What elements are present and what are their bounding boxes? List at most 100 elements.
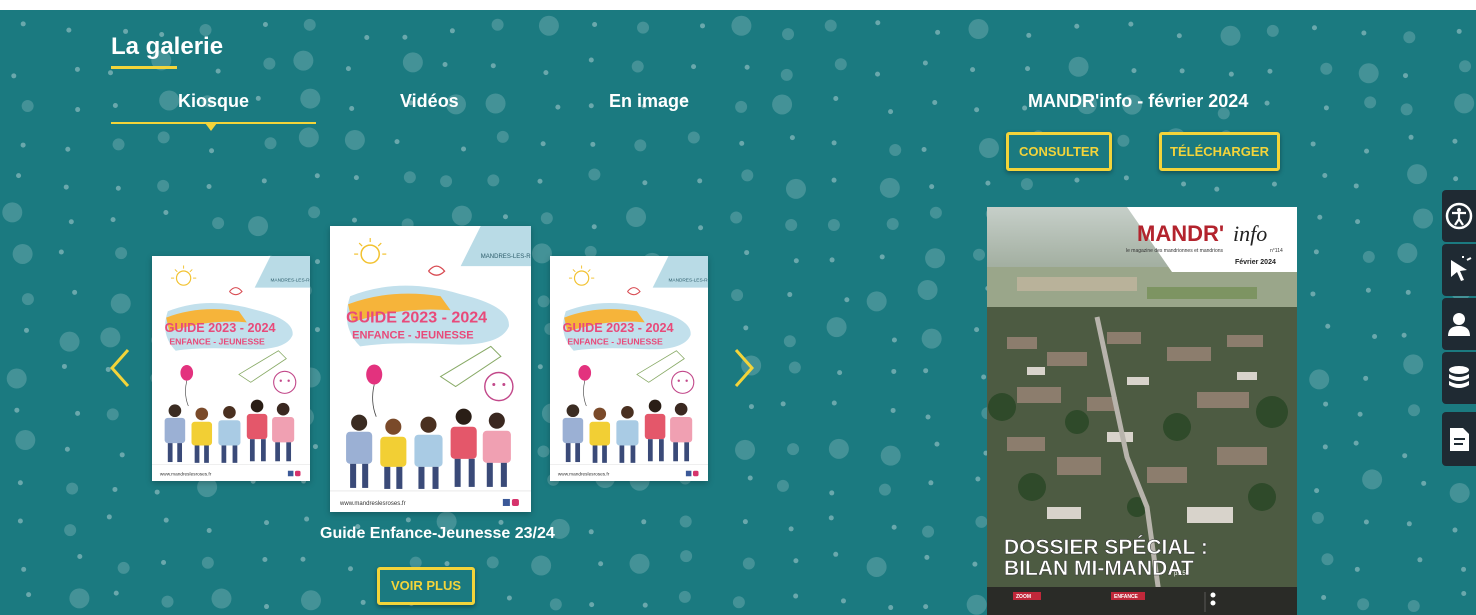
background-dot — [100, 327, 121, 348]
background-dot — [1358, 63, 1379, 84]
background-dot — [788, 361, 801, 374]
background-dot — [262, 556, 268, 562]
background-dot — [889, 143, 902, 156]
carousel-cover-right[interactable]: MANDRES-LES-ROSES GUIDE 2023 - 2024 ENFA… — [550, 256, 708, 481]
background-dot — [730, 211, 743, 224]
background-dot — [1068, 56, 1089, 77]
background-dot — [1325, 323, 1331, 329]
background-dot — [75, 107, 81, 113]
background-dot — [840, 598, 846, 604]
background-dot — [402, 52, 423, 73]
zoom-tag: ZOOM — [1016, 594, 1031, 600]
sidebar-item-database[interactable] — [1442, 352, 1476, 404]
background-dot — [300, 556, 306, 562]
background-dot — [403, 171, 416, 184]
background-dot — [875, 71, 881, 77]
background-dot — [1364, 96, 1377, 109]
magazine-cover[interactable]: MANDR' info le magazine des mandrionnes … — [987, 207, 1297, 615]
background-dot — [890, 407, 896, 413]
background-dot — [588, 168, 601, 181]
background-dot — [110, 217, 116, 223]
background-dot — [642, 602, 648, 608]
background-dot — [63, 184, 69, 190]
background-dot — [831, 177, 837, 183]
background-dot — [1020, 178, 1033, 191]
tab-kiosque[interactable]: Kiosque — [178, 91, 249, 112]
sidebar-item-cursor[interactable] — [1442, 244, 1476, 296]
background-dot — [68, 219, 74, 225]
background-dot — [537, 295, 550, 308]
consulter-button[interactable]: CONSULTER — [1006, 132, 1112, 171]
background-dot — [698, 225, 704, 231]
cover-site: www.mandreslesroses.fr — [160, 471, 212, 477]
cover-site: www.mandreslesroses.fr — [558, 471, 610, 477]
background-dot — [928, 480, 934, 486]
magazine-brand: MANDR' — [1137, 221, 1224, 246]
carousel-prev-button[interactable] — [108, 348, 134, 388]
tab-en-image[interactable]: En image — [609, 91, 689, 112]
background-dot — [1320, 62, 1333, 75]
telecharger-button[interactable]: TÉLÉCHARGER — [1159, 132, 1280, 171]
background-dot — [106, 408, 119, 421]
tab-videos[interactable]: Vidéos — [400, 91, 459, 112]
background-dot — [402, 34, 408, 40]
background-dot — [1421, 480, 1427, 486]
background-dot — [1025, 66, 1031, 72]
sidebar-item-document[interactable] — [1442, 412, 1476, 466]
cover-logo-text: MANDRES-LES-ROSES — [271, 277, 311, 283]
background-dot — [1264, 100, 1270, 106]
background-dot — [1267, 68, 1273, 74]
background-dot — [349, 106, 355, 112]
background-dot — [925, 414, 931, 420]
background-dot — [880, 445, 901, 466]
sidebar-item-accessibility[interactable] — [1442, 190, 1476, 242]
background-dot — [785, 219, 798, 232]
background-dot — [1322, 444, 1328, 450]
background-dot — [159, 90, 180, 111]
background-dot — [588, 57, 594, 63]
cover-headline-2: ENFANCE - JEUNESSE — [169, 336, 265, 346]
background-dot — [115, 185, 121, 191]
carousel-cover-center[interactable]: MANDRES-LES-ROSES GUIDE 2023 - 2024 ENFA… — [330, 226, 531, 512]
background-dot — [879, 177, 900, 198]
background-dot — [506, 595, 512, 601]
sidebar-item-user[interactable] — [1442, 298, 1476, 350]
background-dot — [1022, 105, 1028, 111]
background-dot — [300, 590, 321, 611]
background-dot — [1402, 453, 1408, 459]
cover-headline-2: ENFANCE - JEUNESSE — [567, 336, 663, 346]
background-dot — [929, 206, 942, 219]
background-dot — [21, 293, 34, 306]
background-dot — [1271, 181, 1277, 187]
background-dot — [20, 21, 26, 27]
cover-logo-text: MANDRES-LES-ROSES — [481, 254, 531, 260]
background-dot — [879, 254, 885, 260]
background-dot — [347, 566, 353, 572]
background-dot — [782, 28, 795, 41]
background-dot — [106, 514, 112, 520]
background-dot — [780, 68, 793, 81]
background-dot — [314, 259, 320, 265]
top-strip — [0, 0, 1476, 10]
carousel-next-button[interactable] — [730, 348, 756, 388]
background-dot — [157, 179, 170, 192]
carousel-cover-left[interactable]: MANDRES-LES-ROSES GUIDE 2023 - 2024 ENFA… — [152, 256, 310, 481]
guide-cover-image: MANDRES-LES-ROSES GUIDE 2023 - 2024 ENFA… — [152, 256, 310, 481]
background-dot — [974, 107, 980, 113]
background-dot — [844, 297, 850, 303]
background-dot — [1365, 287, 1371, 293]
background-dot — [1321, 595, 1327, 601]
active-tab-marker — [205, 123, 217, 131]
background-dot — [154, 489, 160, 495]
background-dot — [405, 517, 411, 523]
magazine-brand-script: info — [1233, 221, 1267, 246]
voir-plus-button[interactable]: VOIR PLUS — [377, 567, 475, 605]
background-dot — [1453, 176, 1459, 182]
background-dot — [209, 148, 215, 154]
background-dot — [924, 554, 930, 560]
background-dot — [1407, 599, 1420, 612]
background-dot — [827, 218, 840, 231]
background-dot — [634, 139, 647, 152]
background-dot — [212, 217, 225, 230]
background-dot — [888, 605, 894, 611]
